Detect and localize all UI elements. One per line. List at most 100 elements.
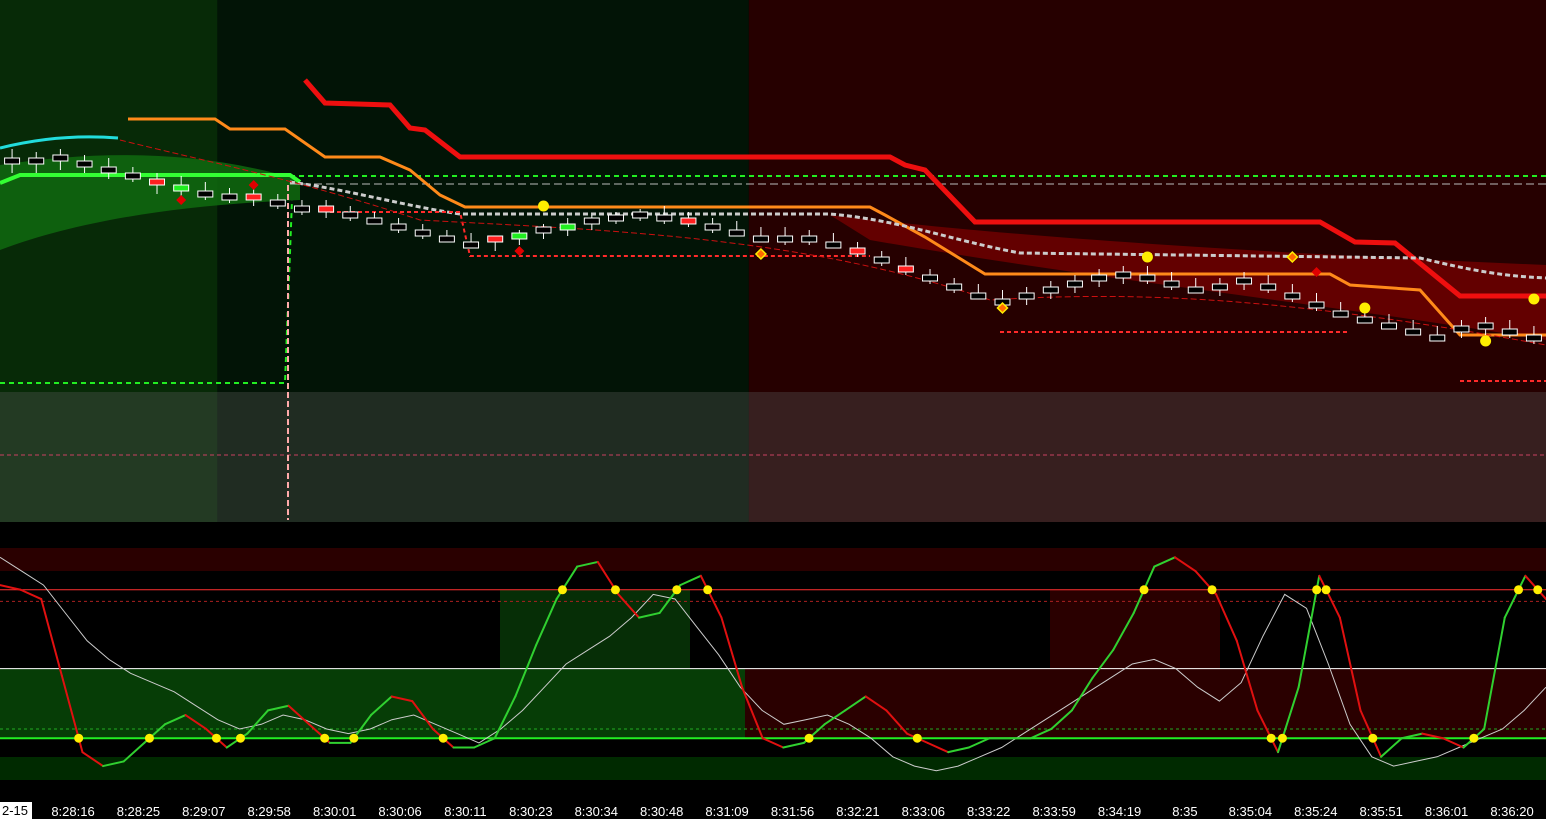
candle-body bbox=[752, 235, 769, 243]
candle-body bbox=[1163, 280, 1180, 288]
time-tick-label: 8:30:11 bbox=[444, 804, 486, 819]
candle-body bbox=[1525, 334, 1542, 342]
candle-body bbox=[1501, 328, 1518, 336]
candle-body bbox=[825, 241, 842, 249]
time-tick-label: 8:30:06 bbox=[378, 804, 421, 819]
time-tick-label: 8:35 bbox=[1172, 804, 1197, 819]
candle-body bbox=[463, 241, 480, 249]
candle-body bbox=[897, 265, 914, 273]
time-tick-label: 8:29:07 bbox=[182, 804, 225, 819]
candle-body bbox=[390, 223, 407, 231]
candle-body bbox=[1260, 283, 1277, 291]
time-tick-label: 8:35:04 bbox=[1229, 804, 1272, 819]
candle-body bbox=[970, 292, 987, 300]
candle-body bbox=[173, 184, 190, 192]
osc-cross-dot bbox=[557, 585, 567, 595]
candle-body bbox=[1018, 292, 1035, 300]
time-tick-label: 8:32:21 bbox=[836, 804, 879, 819]
candle-body bbox=[342, 211, 359, 219]
candle-body bbox=[1332, 310, 1349, 318]
osc-cross-dot bbox=[74, 733, 84, 743]
candle-body bbox=[1429, 334, 1446, 342]
candle-body bbox=[4, 157, 21, 165]
candle-body bbox=[1236, 277, 1253, 285]
candle-body bbox=[1066, 280, 1083, 288]
date-tag: 2-15 bbox=[2, 803, 28, 818]
candle-body bbox=[149, 178, 166, 186]
osc-cross-dot bbox=[912, 733, 922, 743]
signal-dot bbox=[1359, 302, 1371, 314]
osc-cross-dot bbox=[1277, 733, 1287, 743]
osc-cross-dot bbox=[703, 585, 713, 595]
lower-gray-band bbox=[0, 392, 1546, 522]
time-tick-label: 8:30:34 bbox=[575, 804, 618, 819]
osc-red-zone bbox=[745, 668, 1546, 739]
candle-body bbox=[1284, 292, 1301, 300]
time-axis: 2-15 8:28:16 8:28:25 8:29:07 8:29:58 8:30:01… bbox=[0, 802, 1534, 819]
time-tick-label: 8:30:23 bbox=[509, 804, 552, 819]
candle-body bbox=[124, 172, 141, 180]
signal-dot bbox=[538, 200, 550, 212]
candle-body bbox=[197, 190, 214, 198]
time-tick-label: 8:28:16 bbox=[51, 804, 94, 819]
candle-body bbox=[100, 166, 117, 174]
time-tick-label: 8:30:48 bbox=[640, 804, 683, 819]
candle-body bbox=[414, 229, 431, 237]
osc-cross-dot bbox=[804, 733, 814, 743]
candle-body bbox=[1115, 271, 1132, 279]
candle-body bbox=[656, 214, 673, 222]
time-tick-label: 8:35:24 bbox=[1294, 804, 1337, 819]
candle-body bbox=[1356, 316, 1373, 324]
osc-cross-dot bbox=[1368, 733, 1378, 743]
osc-cross-dot bbox=[1321, 585, 1331, 595]
candle-body bbox=[293, 205, 310, 213]
oscillator-pane bbox=[0, 548, 1546, 780]
candle-body bbox=[1453, 325, 1470, 333]
osc-cross-dot bbox=[438, 733, 448, 743]
candle-body bbox=[559, 223, 576, 231]
candle-body bbox=[1308, 301, 1325, 309]
candle-body bbox=[1091, 274, 1108, 282]
candle-body bbox=[873, 256, 890, 264]
candle-body bbox=[366, 217, 383, 225]
candle-body bbox=[583, 217, 600, 225]
osc-cross-dot bbox=[1139, 585, 1149, 595]
osc-cross-dot bbox=[235, 733, 245, 743]
osc-cross-dot bbox=[672, 585, 682, 595]
candle-body bbox=[487, 235, 504, 243]
candle-body bbox=[1380, 322, 1397, 330]
candle-body bbox=[946, 283, 963, 291]
time-tick-label: 8:35:51 bbox=[1359, 804, 1402, 819]
osc-cross-dot bbox=[320, 733, 330, 743]
osc-cross-dot bbox=[211, 733, 221, 743]
candle-body bbox=[76, 160, 93, 168]
candle-body bbox=[52, 154, 69, 162]
trading-chart: 2-15 8:28:16 8:28:25 8:29:07 8:29:58 8:30:01… bbox=[0, 0, 1546, 819]
signal-dot bbox=[1528, 293, 1540, 305]
osc-cross-dot bbox=[349, 733, 359, 743]
signal-dot bbox=[1480, 335, 1492, 347]
osc-cross-dot bbox=[1469, 733, 1479, 743]
candle-body bbox=[245, 193, 262, 201]
candle-body bbox=[801, 235, 818, 243]
candle-body bbox=[1477, 322, 1494, 330]
candle-body bbox=[1211, 283, 1228, 291]
candle-body bbox=[28, 157, 45, 165]
signal-dot bbox=[1141, 251, 1153, 263]
candle-body bbox=[1405, 328, 1422, 336]
candle-body bbox=[269, 199, 286, 207]
osc-top-red-band bbox=[0, 548, 1546, 571]
candle-body bbox=[318, 205, 335, 213]
candle-body bbox=[632, 211, 649, 219]
time-tick-label: 8:29:58 bbox=[248, 804, 291, 819]
candle-body bbox=[511, 232, 528, 240]
osc-cross-dot bbox=[1207, 585, 1217, 595]
time-tick-label: 8:30:01 bbox=[313, 804, 356, 819]
time-tick-label: 8:31:09 bbox=[705, 804, 748, 819]
candle-body bbox=[607, 214, 624, 222]
candle-body bbox=[438, 235, 455, 243]
candle-body bbox=[680, 217, 697, 225]
candle-body bbox=[1042, 286, 1059, 294]
time-tick-label: 8:34:19 bbox=[1098, 804, 1141, 819]
candle-body bbox=[535, 226, 552, 234]
